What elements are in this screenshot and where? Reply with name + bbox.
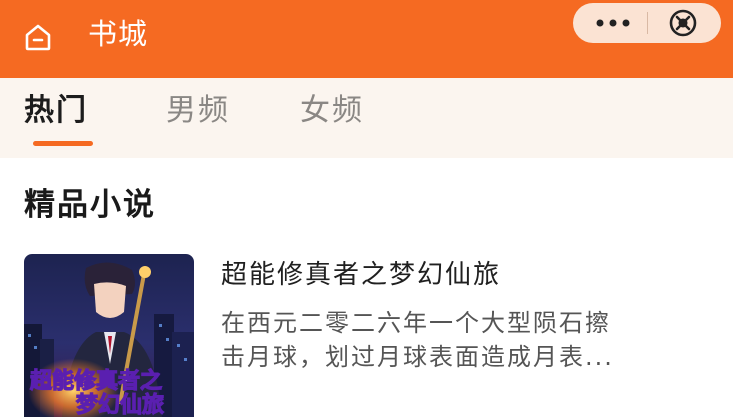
tab-male[interactable]: 男频 [166, 90, 230, 132]
section-title: 精品小说 [24, 187, 156, 223]
capsule-divider [647, 12, 648, 34]
book-title[interactable]: 超能修真者之梦幻仙旅 [221, 256, 501, 294]
book-cover[interactable]: 超能修真者之 梦幻仙旅 [24, 254, 194, 417]
book-card[interactable]: 超能修真者之 梦幻仙旅 超能修真者之梦幻仙旅 在西元二零二六年一个大型陨石擦 击… [24, 254, 714, 417]
cover-title-line2: 梦幻仙旅 [76, 392, 164, 417]
book-description-line: 在西元二零二六年一个大型陨石擦 [221, 309, 611, 337]
capsule-menu [573, 3, 721, 43]
more-dots-icon [596, 19, 630, 27]
tab-female[interactable]: 女频 [300, 90, 364, 132]
tab-hot[interactable]: 热门 [24, 90, 88, 132]
book-description: 在西元二零二六年一个大型陨石擦 击月球，划过月球表面造成月表... [221, 306, 711, 374]
book-description-line: 击月球，划过月球表面造成月表... [221, 343, 614, 371]
home-button[interactable] [22, 21, 54, 53]
home-icon [25, 24, 51, 51]
category-tabs: 热门 男频 女频 [0, 78, 733, 158]
mini-program-page: 书城 热门 男频 女频 精品小说 超能修真者之 梦幻仙旅 超能修真者之梦幻仙旅 … [0, 0, 733, 417]
close-circle-icon [669, 9, 697, 37]
book-cover-art: 超能修真者之 梦幻仙旅 [24, 254, 194, 417]
cover-title-line1: 超能修真者之 [30, 368, 162, 393]
active-tab-indicator [33, 141, 93, 146]
close-button[interactable] [667, 7, 699, 39]
more-button[interactable] [587, 3, 639, 43]
header-bar: 书城 [0, 0, 733, 78]
page-title: 书城 [88, 17, 149, 51]
